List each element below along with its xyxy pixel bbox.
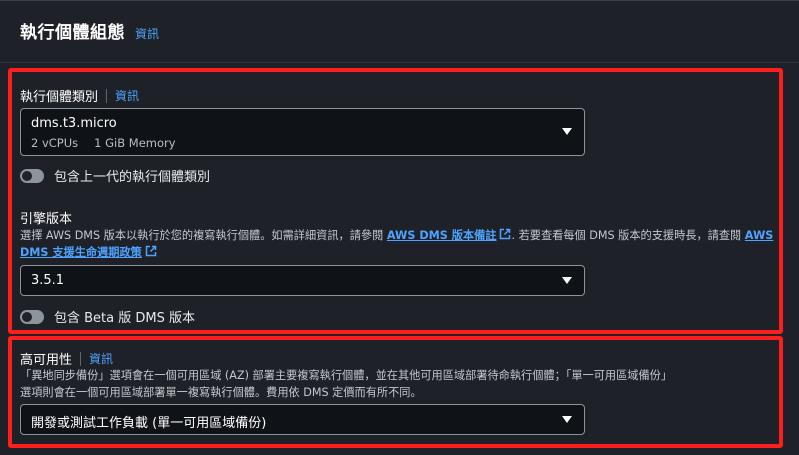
toggle-knob — [22, 311, 32, 322]
instance-class-info-link[interactable]: 資訊 — [115, 87, 139, 104]
engine-version-select[interactable]: 3.5.1 — [20, 265, 585, 296]
instance-class-label-row: 執行個體類別 資訊 — [20, 86, 139, 105]
external-link-icon — [145, 245, 157, 257]
panel-header: 執行個體組態 資訊 — [20, 18, 159, 43]
previous-generation-toggle-label: 包含上一代的執行個體類別 — [54, 170, 211, 185]
chevron-down-icon — [562, 277, 572, 284]
chevron-down-icon — [562, 416, 572, 423]
high-availability-selected: 開發或測試工作負載 (單一可用區域備份) — [31, 416, 267, 431]
top-divider — [0, 0, 799, 1]
previous-generation-toggle[interactable] — [20, 168, 44, 183]
high-availability-info-link[interactable]: 資訊 — [89, 350, 113, 367]
dms-release-notes-link[interactable]: AWS DMS 版本備註 — [386, 228, 512, 242]
toggle-knob — [22, 170, 32, 181]
engine-version-label: 引擎版本 — [20, 212, 73, 227]
instance-class-selected: dms.t3.micro — [31, 116, 117, 131]
high-availability-label-row: 高可用性 資訊 — [20, 349, 113, 368]
header-info-link[interactable]: 資訊 — [135, 25, 159, 42]
beta-version-toggle-label: 包含 Beta 版 DMS 版本 — [54, 311, 195, 326]
label-separator — [106, 88, 108, 103]
high-availability-label: 高可用性 — [20, 353, 73, 368]
chevron-down-icon — [562, 128, 572, 135]
dms-release-notes-link-text: AWS DMS 版本備註 — [386, 229, 497, 242]
instance-configuration-panel: 執行個體組態 資訊 執行個體類別 資訊 dms.t3.micro 2 vCPUs… — [0, 0, 799, 455]
panel-title: 執行個體組態 — [20, 23, 125, 43]
engine-desc-part2: . 若要查看每個 DMS 版本的支援時長，請查閱 — [511, 229, 745, 242]
ha-desc-line2: 選項則會在一個可用區域部署單一複寫執行個體。費用依 DMS 定價而有所不同。 — [20, 386, 422, 399]
memory-text: 1 GiB Memory — [94, 136, 176, 150]
engine-version-description: 選擇 AWS DMS 版本以執行於您的複寫執行個體。如需詳細資訊，請參閱 AWS… — [20, 227, 780, 261]
previous-generation-toggle-row[interactable]: 包含上一代的執行個體類別 — [20, 166, 210, 185]
header-divider — [0, 62, 799, 63]
high-availability-description: 「異地同步備份」選項會在一個可用區域 (AZ) 部署主要複寫執行個體，並在其他可… — [20, 367, 790, 401]
beta-version-toggle[interactable] — [20, 309, 44, 324]
external-link-icon — [500, 228, 511, 240]
engine-version-selected: 3.5.1 — [31, 273, 65, 288]
engine-desc-part1: 選擇 AWS DMS 版本以執行於您的複寫執行個體。如需詳細資訊，請參閱 — [20, 229, 387, 242]
ha-desc-line1: 「異地同步備份」選項會在一個可用區域 (AZ) 部署主要複寫執行個體，並在其他可… — [20, 369, 673, 382]
engine-version-label-row: 引擎版本 — [20, 208, 72, 227]
instance-class-specs: 2 vCPUs 1 GiB Memory — [31, 136, 176, 150]
high-availability-select[interactable]: 開發或測試工作負載 (單一可用區域備份) — [20, 404, 585, 435]
instance-class-select[interactable]: dms.t3.micro 2 vCPUs 1 GiB Memory — [20, 108, 585, 156]
instance-class-label: 執行個體類別 — [20, 90, 99, 105]
vcpu-text: 2 vCPUs — [31, 136, 79, 150]
label-separator — [80, 351, 82, 366]
beta-version-toggle-row[interactable]: 包含 Beta 版 DMS 版本 — [20, 307, 195, 326]
